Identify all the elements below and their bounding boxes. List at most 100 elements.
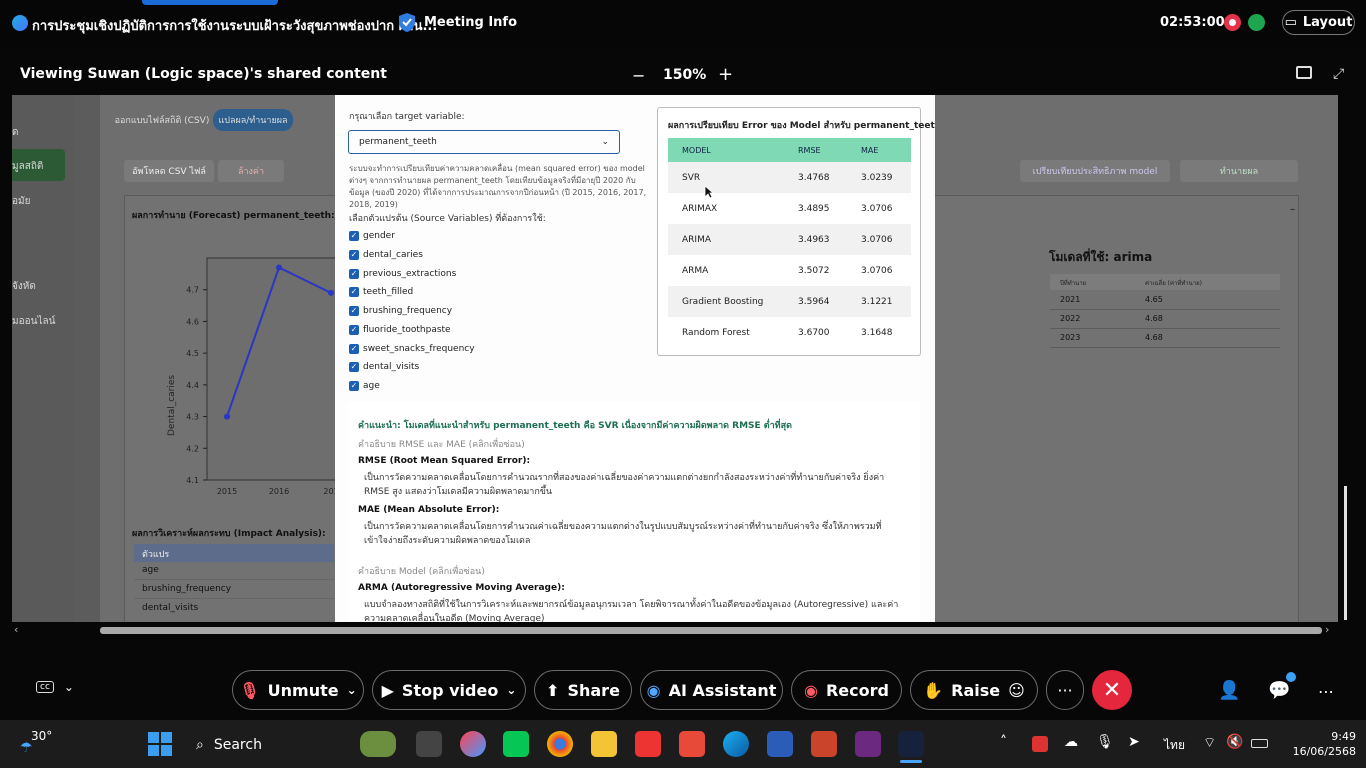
toggle-rmse-mae-explanation-link[interactable]: คำอธิบาย RMSE และ MAE (คลิกเพื่อซ่อน) bbox=[358, 437, 525, 451]
toggle-model-explanation-link[interactable]: คำอธิบาย Model (คลิกเพื่อซ่อน) bbox=[358, 564, 485, 578]
y-tick-label: 4.2 bbox=[186, 444, 199, 453]
zoom-in-button[interactable]: + bbox=[718, 64, 733, 85]
s-app-icon[interactable] bbox=[679, 731, 705, 757]
cell-model: Random Forest bbox=[682, 328, 750, 338]
table-row: Random Forest 3.6700 3.1648 bbox=[668, 317, 911, 348]
top-accent bbox=[142, 0, 278, 5]
layout-button[interactable]: ▭ Layout bbox=[1282, 10, 1355, 35]
wifi-icon[interactable]: ⌔ bbox=[1203, 734, 1216, 752]
horizontal-scroll-thumb[interactable] bbox=[100, 627, 1322, 634]
leave-meeting-button[interactable]: ✕ bbox=[1092, 670, 1132, 710]
y-tick-label: 4.5 bbox=[186, 349, 199, 358]
header-rmse: RMSE bbox=[798, 146, 821, 155]
checkbox-fluoride-toothpaste[interactable]: ✓ bbox=[349, 325, 359, 335]
cell-rmse: 3.5072 bbox=[798, 266, 830, 276]
chevron-down-icon: ⌄ bbox=[63, 680, 74, 694]
zoom-out-button[interactable]: − bbox=[632, 66, 645, 85]
header-mae: MAE bbox=[861, 146, 879, 155]
participants-icon[interactable]: 👤 bbox=[1218, 680, 1240, 701]
system-clock[interactable]: 9:49 16/06/2568 bbox=[1290, 729, 1356, 759]
battery-icon[interactable] bbox=[1251, 739, 1268, 748]
impact-row: brushing_frequency bbox=[134, 581, 334, 599]
mouse-cursor-icon bbox=[704, 185, 714, 199]
webex-app-icon[interactable] bbox=[898, 731, 924, 757]
location-icon[interactable]: ➤ bbox=[1128, 734, 1140, 750]
ai-assistant-label: AI Assistant bbox=[668, 680, 777, 700]
scroll-right-icon[interactable]: › bbox=[1325, 623, 1329, 636]
vertical-scroll-thumb[interactable] bbox=[1344, 486, 1347, 620]
edge-icon[interactable] bbox=[723, 731, 749, 757]
show-hidden-icons[interactable]: ˄ bbox=[1000, 734, 1007, 750]
weather-temperature[interactable]: 30° bbox=[31, 729, 52, 743]
clock-date: 16/06/2568 bbox=[1292, 745, 1356, 758]
task-view-icon[interactable] bbox=[416, 731, 442, 757]
tray-app-icon[interactable] bbox=[1032, 736, 1048, 752]
variable-label: dental_caries bbox=[363, 250, 423, 260]
more-panels-icon[interactable]: ⋯ bbox=[1318, 682, 1334, 701]
pred-value: 4.68 bbox=[1145, 333, 1163, 342]
anydesk-icon[interactable] bbox=[635, 731, 661, 757]
stop-video-button[interactable]: ▶ Stop video ⌄ bbox=[372, 670, 526, 710]
variable-label: fluoride_toothpaste bbox=[363, 325, 451, 335]
vertical-scrollbar[interactable] bbox=[1340, 95, 1354, 622]
chevron-down-icon: ⌄ bbox=[601, 137, 609, 147]
compare-model-button: เปรียบเทียบประสิทธิภาพ model bbox=[1020, 160, 1170, 182]
variable-label: teeth_filled bbox=[363, 287, 414, 297]
target-variable-select[interactable]: permanent_teeth ⌄ bbox=[348, 130, 620, 154]
chevron-down-icon: ⌄ bbox=[346, 683, 357, 697]
ai-assistant-button[interactable]: ◉ AI Assistant bbox=[640, 670, 783, 710]
variable-label: age bbox=[363, 381, 380, 391]
shield-icon[interactable] bbox=[398, 12, 416, 33]
y-tick-label: 4.7 bbox=[186, 286, 199, 295]
word-icon[interactable] bbox=[767, 731, 793, 757]
start-windows-icon[interactable] bbox=[148, 732, 172, 756]
checkbox-previous-extractions[interactable]: ✓ bbox=[349, 269, 359, 279]
error-table: MODEL RMSE MAE SVR 3.4768 3.0239 ARIMAX … bbox=[668, 138, 911, 348]
volume-muted-icon[interactable]: 🔇 bbox=[1226, 734, 1243, 750]
picture-in-picture-icon[interactable] bbox=[1296, 66, 1312, 79]
webex-logo-icon bbox=[12, 15, 28, 31]
viewing-shared-content-label: Viewing Suwan (Logic space)'s shared con… bbox=[20, 66, 387, 82]
cloud-icon[interactable]: ☁ bbox=[1064, 734, 1078, 750]
predict-button: ทำนายผล bbox=[1180, 160, 1298, 182]
pred-year: 2021 bbox=[1060, 295, 1081, 304]
unmute-button[interactable]: 🎙 Unmute ⌄ bbox=[232, 670, 364, 710]
chat-icon[interactable]: 💬 bbox=[1268, 680, 1290, 701]
chrome-icon[interactable] bbox=[547, 731, 573, 757]
checkbox-teeth-filled[interactable]: ✓ bbox=[349, 287, 359, 297]
scroll-left-icon[interactable]: ‹ bbox=[14, 623, 18, 636]
checkbox-dental-caries[interactable]: ✓ bbox=[349, 250, 359, 260]
pred-table-header: ปีที่ทำนาย ค่าเฉลี่ย (ค่าที่ทำนาย) bbox=[1050, 274, 1280, 290]
share-label: Share bbox=[567, 680, 620, 700]
search-highlight-icon[interactable] bbox=[360, 731, 396, 757]
table-header: MODEL RMSE MAE bbox=[668, 138, 911, 162]
recording-status-icon[interactable] bbox=[1224, 14, 1241, 31]
input-language[interactable]: ไทย bbox=[1164, 736, 1185, 755]
clear-button: ล้างค่า bbox=[218, 160, 284, 182]
share-button[interactable]: ⬆ Share bbox=[534, 670, 632, 710]
line-app-icon[interactable] bbox=[503, 731, 529, 757]
checkbox-brushing-frequency[interactable]: ✓ bbox=[349, 306, 359, 316]
checkbox-age[interactable]: ✓ bbox=[349, 381, 359, 391]
sidebar-item: จังหัด bbox=[12, 281, 36, 292]
fullscreen-icon[interactable]: ⤢ bbox=[1333, 66, 1344, 82]
cell-rmse: 3.4768 bbox=[798, 173, 830, 183]
copilot-icon[interactable] bbox=[460, 731, 486, 757]
microphone-muted-icon[interactable]: 🎙 bbox=[1096, 734, 1114, 750]
share-screen-icon: ⬆ bbox=[546, 680, 560, 700]
network-quality-icon[interactable] bbox=[1248, 14, 1265, 31]
checkbox-dental-visits[interactable]: ✓ bbox=[349, 362, 359, 372]
captions-button[interactable]: cc ⌄ bbox=[36, 680, 74, 694]
checkbox-sweet-snacks-frequency[interactable]: ✓ bbox=[349, 344, 359, 354]
search-icon: ⌕ bbox=[196, 737, 204, 753]
meeting-info-button[interactable]: Meeting Info bbox=[424, 15, 517, 30]
microphone-muted-icon: 🎙 bbox=[239, 680, 260, 700]
raise-hand-button[interactable]: ✋ Raise ☺ bbox=[910, 670, 1038, 710]
pdf-app-icon[interactable] bbox=[855, 731, 881, 757]
record-button[interactable]: ◉ Record bbox=[791, 670, 902, 710]
sidebar-item: มออนไลน์ bbox=[12, 316, 56, 327]
file-explorer-icon[interactable] bbox=[591, 731, 617, 757]
checkbox-gender[interactable]: ✓ bbox=[349, 231, 359, 241]
powerpoint-icon[interactable] bbox=[811, 731, 837, 757]
more-options-button[interactable]: ··· bbox=[1046, 670, 1084, 710]
